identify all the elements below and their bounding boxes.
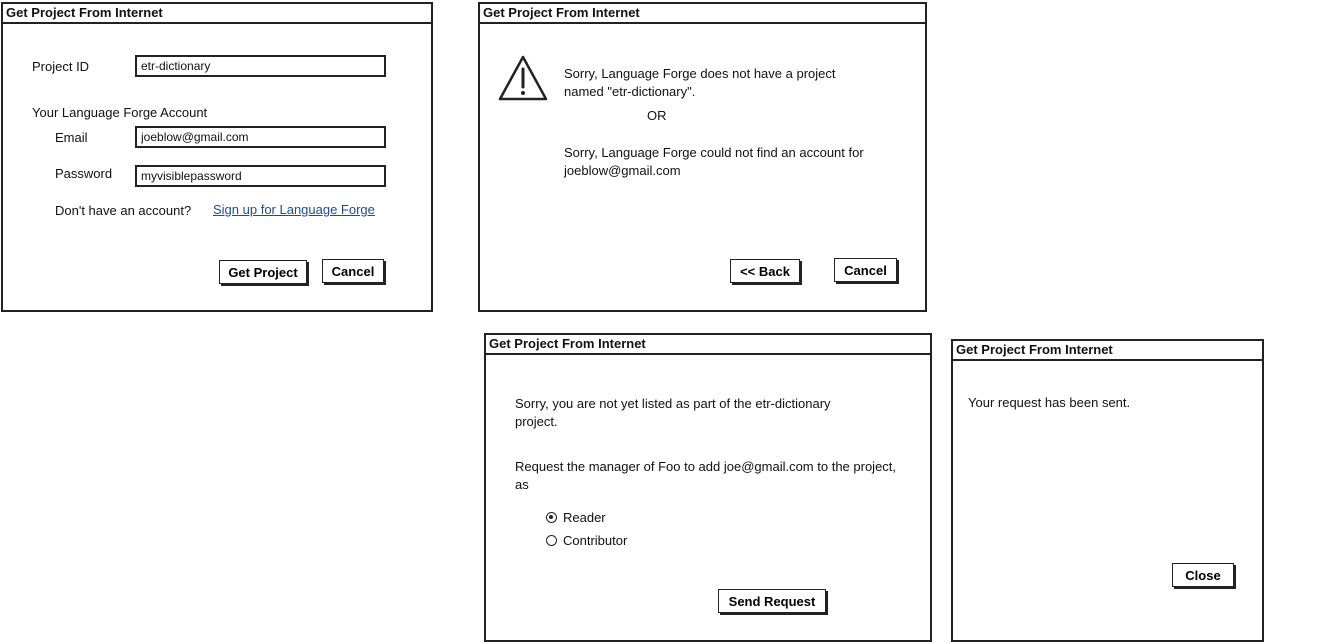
request-line2: as [515, 477, 529, 492]
account-error-line2: joeblow@gmail.com [564, 163, 681, 178]
sent-message: Your request has been sent. [968, 395, 1131, 410]
cancel-button[interactable]: Cancel [834, 258, 897, 282]
project-id-input[interactable] [135, 55, 386, 77]
contributor-radio[interactable] [546, 535, 557, 546]
contributor-label: Contributor [563, 533, 628, 548]
send-request-button[interactable]: Send Request [718, 589, 826, 613]
error-dialog: Get Project From Internet Sorry, Languag… [478, 2, 927, 312]
reader-label: Reader [563, 510, 606, 525]
request-sent-dialog: Get Project From Internet Your request h… [951, 339, 1264, 642]
back-button[interactable]: << Back [730, 259, 800, 283]
password-label: Password [55, 166, 113, 181]
dialog-title: Get Project From Internet [486, 335, 930, 355]
project-id-label: Project ID [32, 59, 90, 74]
not-listed-line2: project. [515, 414, 558, 429]
dialog-title: Get Project From Internet [3, 4, 431, 24]
request-line1: Request the manager of Foo to add joe@gm… [515, 459, 897, 474]
or-text: OR [647, 108, 667, 123]
signup-link[interactable]: Sign up for Language Forge [213, 202, 375, 217]
get-project-button[interactable]: Get Project [219, 260, 307, 284]
request-access-dialog: Get Project From Internet Sorry, you are… [484, 333, 932, 642]
password-field[interactable] [135, 165, 386, 187]
email-field[interactable] [135, 126, 386, 148]
reader-radio[interactable] [546, 512, 557, 523]
account-error-line1: Sorry, Language Forge could not find an … [564, 145, 864, 160]
email-label: Email [55, 130, 88, 145]
dialog-title: Get Project From Internet [480, 4, 925, 24]
close-button[interactable]: Close [1172, 563, 1234, 587]
no-account-text: Don't have an account? [55, 203, 192, 218]
project-error-line2: named "etr-dictionary". [564, 84, 696, 99]
cancel-button[interactable]: Cancel [322, 259, 384, 283]
not-listed-line1: Sorry, you are not yet listed as part of… [515, 396, 831, 411]
project-error-line1: Sorry, Language Forge does not have a pr… [564, 66, 836, 81]
get-project-dialog: Get Project From Internet Project ID You… [1, 2, 433, 312]
warning-icon [498, 55, 548, 101]
dialog-title: Get Project From Internet [953, 341, 1262, 361]
account-heading: Your Language Forge Account [32, 105, 208, 120]
